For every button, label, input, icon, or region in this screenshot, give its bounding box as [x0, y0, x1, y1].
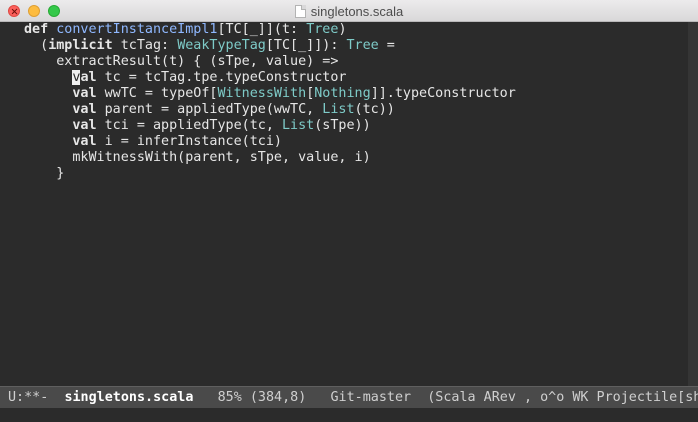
code-line[interactable]: (implicit tcTag: WeakTypeTag[TC[_]]): Tr…: [8, 38, 688, 54]
code-token: List: [282, 118, 315, 133]
echo-area: [0, 408, 698, 422]
code-token: val: [72, 86, 97, 101]
major-minor-modes: (Scala ARev , o^o WK Projectile[sh: [427, 390, 698, 405]
code-token: Tree: [306, 22, 339, 37]
code-token: =: [378, 38, 395, 53]
buffer-status: U:**-: [8, 390, 49, 405]
code-token: extractResult(t) { (sTpe, value) =>: [24, 54, 339, 69]
cursor-position: 85% (384,8): [217, 390, 307, 405]
code-token: parent = appliedType(wwTC,: [96, 102, 323, 117]
window-title-group: singletons.scala: [0, 0, 698, 22]
buffer-name: singletons.scala: [64, 390, 194, 405]
code-token: Tree: [346, 38, 379, 53]
document-icon: [294, 4, 306, 18]
mode-line: U:**- singletons.scala 85% (384,8) Git-m…: [0, 386, 698, 408]
code-token: implicit: [48, 38, 113, 53]
code-token: val: [72, 118, 97, 133]
code-token: (: [24, 38, 49, 53]
code-line[interactable]: val parent = appliedType(wwTC, List(tc)): [8, 102, 688, 118]
emacs-window: singletons.scala def convertInstanceImpl…: [0, 0, 698, 422]
code-token: def: [24, 22, 49, 37]
code-token: tci = appliedType(tc,: [96, 118, 282, 133]
code-token: tc = tcTag.tpe.typeConstructor: [96, 70, 347, 85]
code-token: [TC[_]](t:: [217, 22, 307, 37]
code-token: (tc)): [354, 102, 395, 117]
code-token: convertInstanceImpl1: [56, 22, 218, 37]
code-line[interactable]: extractResult(t) { (sTpe, value) =>: [8, 54, 688, 70]
code-token: mkWitnessWith(parent, sTpe, value, i): [24, 150, 371, 165]
code-line[interactable]: def convertInstanceImpl1[TC[_]](t: Tree): [8, 22, 688, 38]
code-token: ]].typeConstructor: [370, 86, 516, 101]
code-token: val: [72, 102, 97, 117]
code-token: i = inferInstance(tci): [96, 134, 282, 149]
code-token: WeakTypeTag: [177, 38, 266, 53]
code-line[interactable]: mkWitnessWith(parent, sTpe, value, i): [8, 150, 688, 166]
code-token: al: [80, 70, 97, 85]
code-token: wwTC = typeOf[: [96, 86, 218, 101]
code-token: (sTpe)): [314, 118, 371, 133]
code-token: Nothing: [314, 86, 371, 101]
code-token: }: [24, 166, 65, 181]
code-token: val: [72, 134, 97, 149]
code-editor[interactable]: def convertInstanceImpl1[TC[_]](t: Tree)…: [8, 22, 688, 386]
code-line[interactable]: val tc = tcTag.tpe.typeConstructor: [8, 70, 688, 86]
code-line[interactable]: val tci = appliedType(tc, List(sTpe)): [8, 118, 688, 134]
code-token: WitnessWith: [217, 86, 307, 101]
code-token: [TC[_]]):: [265, 38, 347, 53]
code-line[interactable]: val i = inferInstance(tci): [8, 134, 688, 150]
code-token: List: [322, 102, 355, 117]
window-title: singletons.scala: [310, 3, 404, 19]
title-bar: singletons.scala: [0, 0, 698, 22]
vcs-branch: Git-master: [330, 390, 412, 405]
code-line[interactable]: }: [8, 166, 688, 182]
code-token: ): [338, 22, 347, 37]
code-token: tcTag:: [112, 38, 178, 53]
editor-scrollbar[interactable]: [688, 22, 698, 386]
code-line[interactable]: val wwTC = typeOf[WitnessWith[Nothing]].…: [8, 86, 688, 102]
